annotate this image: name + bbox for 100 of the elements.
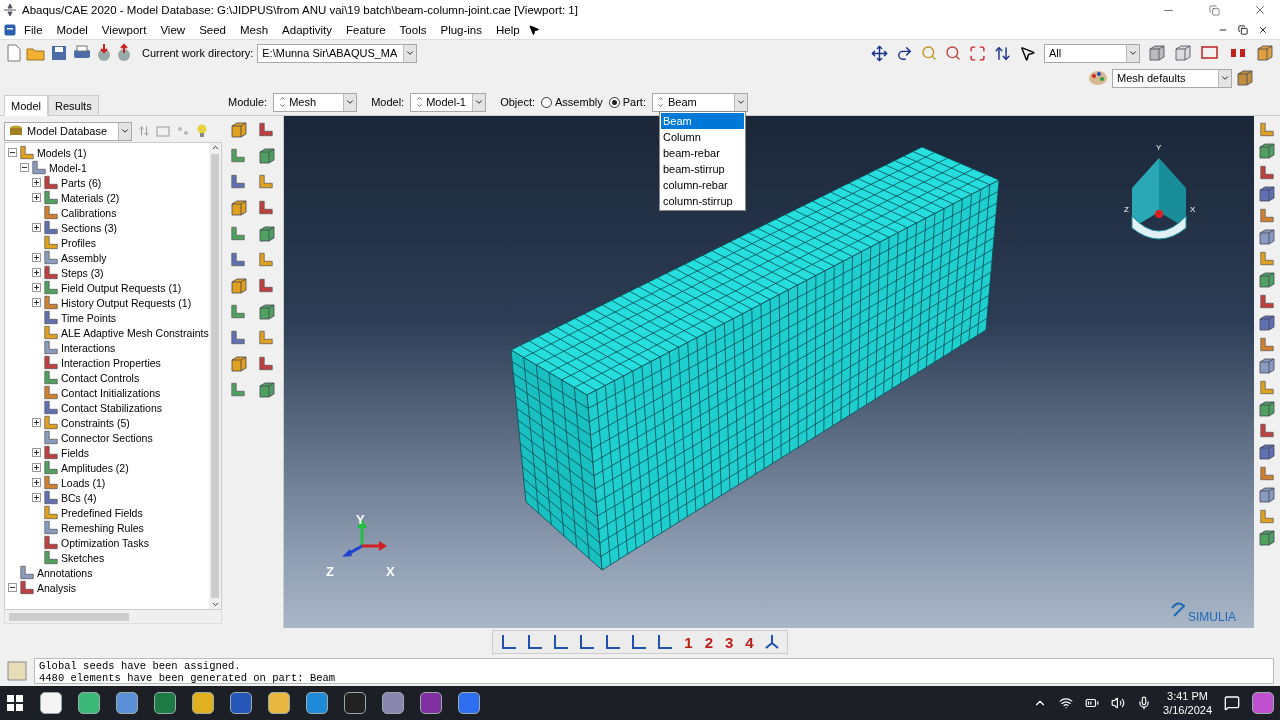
render-style-combo[interactable]: Mesh defaults <box>1112 68 1232 88</box>
windows-start-icon[interactable] <box>6 694 24 712</box>
tree-node-icon[interactable] <box>43 430 59 445</box>
tree-node-icon[interactable] <box>43 205 59 220</box>
tree-node-icon[interactable] <box>43 175 59 190</box>
new-file-icon[interactable] <box>6 44 22 62</box>
speaker-icon[interactable] <box>1111 696 1126 710</box>
block-icon[interactable] <box>230 278 248 294</box>
view-cube-drawing[interactable] <box>1131 158 1187 240</box>
l-bracket-icon[interactable] <box>230 148 246 163</box>
block-icon[interactable] <box>1258 444 1276 460</box>
horizontal-scrollbar[interactable] <box>4 610 222 624</box>
database-combo[interactable]: Model Database <box>4 121 132 141</box>
tree-item[interactable]: Constraints (5) <box>61 416 130 429</box>
select-pointer-icon[interactable] <box>1019 44 1036 62</box>
spin-down-icon[interactable] <box>278 102 286 109</box>
fit-view-icon[interactable] <box>969 44 986 62</box>
block-icon[interactable] <box>258 148 276 164</box>
view-button[interactable]: 4 <box>742 633 757 651</box>
block-icon[interactable] <box>1258 272 1276 288</box>
tree-item[interactable]: Materials (2) <box>61 191 120 204</box>
block-icon[interactable] <box>1258 487 1276 503</box>
tree-item[interactable]: Analysis <box>37 581 77 594</box>
directory-combo[interactable]: E:\Munna Sir\ABAQUS_MA <box>257 43 418 63</box>
plus-box-icon[interactable] <box>32 193 41 202</box>
tree-node-icon[interactable] <box>43 265 59 280</box>
block-icon[interactable] <box>1258 358 1276 374</box>
tree-node-icon[interactable] <box>43 490 59 505</box>
tree-item[interactable]: Annotations <box>37 566 93 579</box>
block-icon[interactable] <box>1148 45 1166 61</box>
tree-item[interactable]: BCs (4) <box>61 491 97 504</box>
selection-box-icon[interactable] <box>1200 44 1220 62</box>
tab[interactable]: Results <box>47 95 99 116</box>
block-icon[interactable] <box>258 382 276 398</box>
tree-node-icon[interactable] <box>19 145 35 160</box>
tree-item[interactable]: Interaction Properties <box>61 356 161 369</box>
l-bracket-icon[interactable] <box>258 200 274 215</box>
menu-item[interactable]: Seed <box>193 23 232 36</box>
battery-icon[interactable] <box>1085 696 1100 710</box>
l-bracket-icon[interactable] <box>258 122 274 137</box>
spin-down-icon[interactable] <box>657 102 665 109</box>
taskbar-app-icon[interactable] <box>192 692 214 714</box>
block-icon[interactable] <box>1256 45 1274 61</box>
tree-node-icon[interactable] <box>43 235 59 250</box>
plus-box-icon[interactable] <box>32 418 41 427</box>
tree-item[interactable]: Optimization Tasks <box>61 536 149 549</box>
l-bracket-icon[interactable] <box>1259 294 1275 309</box>
tree-item[interactable]: Field Output Requests (1) <box>61 281 182 294</box>
menu-item[interactable]: File <box>18 23 49 36</box>
view-button[interactable]: 3 <box>722 633 737 651</box>
tree-item[interactable]: Profiles <box>61 236 96 249</box>
block-icon[interactable] <box>1258 315 1276 331</box>
taskbar-app-icon[interactable] <box>458 692 480 714</box>
tree-node-icon[interactable] <box>43 415 59 430</box>
menu-item[interactable]: View <box>154 23 192 36</box>
menu-item[interactable]: Adaptivity <box>276 23 338 36</box>
tree-node-icon[interactable] <box>43 370 59 385</box>
plus-box-icon[interactable] <box>32 283 41 292</box>
block-icon[interactable] <box>1174 45 1192 61</box>
tree-node-icon[interactable] <box>43 460 59 475</box>
tree-item[interactable]: Sections (3) <box>61 221 118 234</box>
tree-item[interactable]: Calibrations <box>61 206 117 219</box>
plus-box-icon[interactable] <box>32 463 41 472</box>
spin-up-icon[interactable] <box>278 95 286 102</box>
tree-item[interactable]: Parts (6) <box>61 176 102 189</box>
palette-icon[interactable] <box>1088 69 1108 87</box>
block-icon[interactable] <box>258 226 276 242</box>
tree-node-icon[interactable] <box>43 325 59 340</box>
l-bracket-icon[interactable] <box>1259 466 1275 481</box>
rotate-icon[interactable] <box>896 44 913 62</box>
menu-item[interactable]: Feature <box>339 23 392 36</box>
l-bracket-icon[interactable] <box>230 252 246 267</box>
minus-box-icon[interactable] <box>8 583 17 592</box>
tree-item[interactable]: Connector Sections <box>61 431 153 444</box>
tree-item[interactable]: Predefined Fields <box>61 506 143 519</box>
pan-icon[interactable] <box>871 44 888 62</box>
module-combo[interactable]: Mesh <box>273 92 358 112</box>
zoom-icon[interactable] <box>921 45 937 61</box>
tree-item[interactable]: Interactions <box>61 341 116 354</box>
tree-item[interactable]: Sketches <box>61 551 105 564</box>
tree-node-icon[interactable] <box>43 535 59 550</box>
taskbar-app-icon[interactable] <box>420 692 442 714</box>
radio-button[interactable] <box>608 96 620 108</box>
l-bracket-icon[interactable] <box>258 330 274 345</box>
minus-box-icon[interactable] <box>8 148 17 157</box>
tree-item[interactable]: Remeshing Rules <box>61 521 144 534</box>
tree-item[interactable]: Contact Stabilizations <box>61 401 162 414</box>
view-button[interactable]: 1 <box>681 633 696 651</box>
tree-item[interactable]: History Output Requests (1) <box>61 296 192 309</box>
scroll-down-icon[interactable] <box>210 600 220 609</box>
l-bracket-icon[interactable] <box>1259 423 1275 438</box>
window-menu-icon[interactable] <box>4 23 16 36</box>
tree-node-icon[interactable] <box>43 550 59 565</box>
copilot-icon[interactable] <box>1252 692 1274 714</box>
block-icon[interactable] <box>1258 401 1276 417</box>
box-zoom-icon[interactable] <box>945 45 961 61</box>
import-database-icon[interactable] <box>96 43 112 63</box>
taskbar-app-icon[interactable] <box>40 692 62 714</box>
tree-node-icon[interactable] <box>43 190 59 205</box>
tree-node-icon[interactable] <box>43 505 59 520</box>
